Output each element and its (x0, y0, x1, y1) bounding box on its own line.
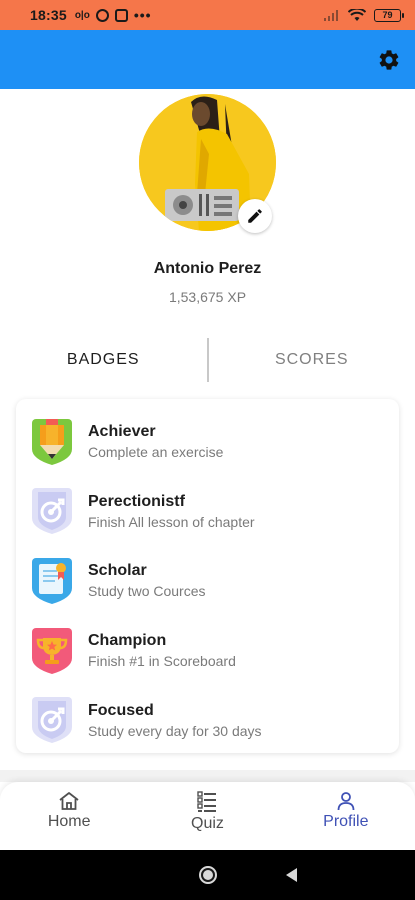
nav-label: Profile (323, 813, 369, 830)
badge-text: Champion Finish #1 in Scoreboard (88, 632, 236, 669)
badge-item-achiever[interactable]: Achiever Complete an exercise (16, 407, 399, 477)
profile-avatar-container (139, 94, 276, 233)
signal-icon (324, 10, 338, 21)
battery-level: 79 (382, 10, 393, 20)
wifi-icon (348, 8, 366, 21)
target-shield-icon (32, 488, 72, 535)
badge-text: Scholar Study two Cources (88, 562, 206, 599)
badge-description: Finish All lesson of chapter (88, 513, 255, 530)
system-navigation-bar (0, 850, 415, 900)
settings-button[interactable] (377, 48, 401, 72)
app-bar (0, 30, 415, 89)
status-bar: 18:35 o|o ••• 79 (0, 0, 415, 30)
pencil-shield-icon (32, 418, 72, 465)
badge-title: Scholar (88, 562, 147, 580)
nav-label: Home (47, 813, 91, 830)
vibrate-icon: o|o (74, 9, 90, 21)
content-separator (0, 770, 415, 782)
badge-title: Champion (88, 632, 167, 650)
tab-badges[interactable]: BADGES (0, 338, 207, 382)
badges-card: Achiever Complete an exercise Perectioni… (16, 399, 399, 753)
status-icons-right: 79 (324, 8, 404, 22)
user-xp: 1,53,675 XP (168, 289, 247, 305)
badge-item-perfectionist[interactable]: Perectionistf Finish All lesson of chapt… (16, 477, 399, 547)
badge-item-champion[interactable]: Champion Finish #1 in Scoreboard (16, 616, 399, 686)
tab-scores[interactable]: SCORES (209, 338, 415, 382)
badge-text: Achiever Complete an exercise (88, 423, 223, 460)
badge-description: Complete an exercise (88, 444, 224, 461)
badge-text: Perectionistf Finish All lesson of chapt… (88, 493, 255, 530)
edit-avatar-button[interactable] (238, 199, 272, 233)
nav-item-home[interactable]: Home (0, 782, 138, 850)
user-name: Antonio Perez (153, 260, 262, 277)
battery-icon: 79 (374, 8, 404, 22)
badge-title: Focused (88, 701, 154, 719)
badge-title: Achiever (88, 423, 156, 441)
gear-icon (379, 50, 399, 70)
badge-title: Perectionistf (88, 492, 185, 510)
list-icon (197, 791, 217, 812)
pencil-icon (248, 209, 262, 223)
badge-description: Study every day for 30 days (88, 722, 262, 739)
whatsapp-icon (95, 8, 109, 22)
system-home-button[interactable] (199, 866, 217, 884)
nav-item-quiz[interactable]: Quiz (138, 782, 276, 850)
system-back-button[interactable] (286, 868, 297, 882)
badge-description: Study two Cources (88, 583, 206, 600)
certificate-shield-icon (32, 557, 72, 604)
more-dots-icon: ••• (133, 7, 152, 23)
person-icon (337, 792, 355, 811)
gallery-icon (114, 8, 128, 22)
target-shield-icon (32, 697, 72, 744)
bottom-navigation: Home Quiz Profile (0, 782, 415, 850)
status-icons-left: o|o ••• (75, 7, 152, 23)
badge-description: Finish #1 in Scoreboard (88, 653, 236, 670)
badge-item-focused[interactable]: Focused Study every day for 30 days (16, 685, 399, 755)
home-icon (59, 792, 79, 810)
status-time: 18:35 (30, 7, 67, 23)
badge-item-scholar[interactable]: Scholar Study two Cources (16, 546, 399, 616)
nav-item-profile[interactable]: Profile (277, 782, 415, 850)
badge-text: Focused Study every day for 30 days (88, 702, 262, 739)
nav-label: Quiz (191, 815, 224, 832)
profile-tabs: BADGES SCORES (0, 338, 415, 382)
trophy-shield-icon (32, 627, 72, 674)
